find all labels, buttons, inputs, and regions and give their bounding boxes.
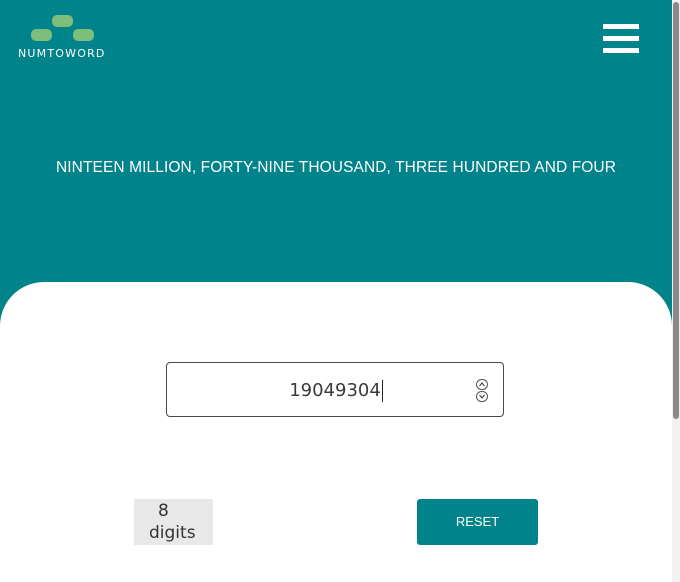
menu-bar: [603, 48, 639, 53]
logo-mark-icon: [31, 15, 95, 43]
menu-bar: [603, 36, 639, 41]
text-caret: [381, 380, 383, 402]
logo-blob-left: [31, 29, 52, 41]
logo[interactable]: NUMTOWORD: [18, 15, 110, 65]
logo-blob-right: [73, 29, 94, 41]
digit-count: 8: [158, 501, 169, 521]
number-input-value-wrap: 19049304: [167, 363, 505, 418]
chevron-down-icon[interactable]: [476, 391, 488, 402]
reset-button[interactable]: RESET: [417, 499, 538, 545]
scrollbar-thumb[interactable]: [673, 2, 679, 419]
number-input-value: 19049304: [289, 380, 381, 401]
number-in-words: NINTEEN MILLION, FORTY-NINE THOUSAND, TH…: [55, 159, 617, 176]
page: NUMTOWORD NINTEEN MILLION, FORTY-NINE TH…: [0, 0, 680, 582]
chevron-up-icon[interactable]: [476, 379, 488, 390]
digit-count-badge: 8 digits: [134, 499, 213, 545]
menu-bar: [603, 24, 639, 29]
logo-blob-center: [52, 15, 73, 27]
input-card: [0, 282, 672, 582]
logo-text: NUMTOWORD: [18, 47, 106, 60]
hamburger-menu-icon[interactable]: [603, 24, 639, 54]
digit-count-label: digits: [149, 523, 196, 543]
number-stepper[interactable]: [476, 379, 489, 403]
number-input[interactable]: 19049304: [166, 362, 504, 417]
